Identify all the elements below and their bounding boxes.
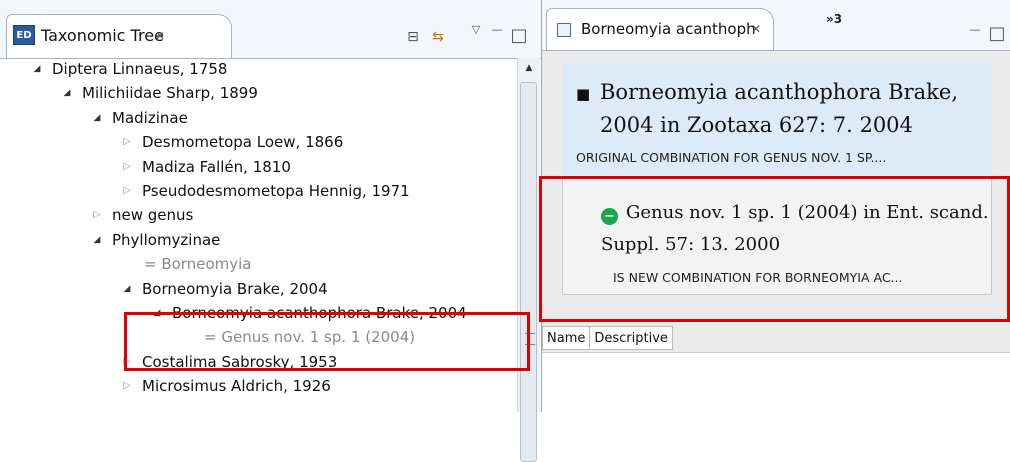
editor-logo-icon: ED (13, 25, 35, 45)
expanded-triangle-icon[interactable]: ◢ (60, 82, 74, 104)
tree-synonym-item[interactable]: = Genus nov. 1 sp. 1 (2004) (182, 326, 415, 348)
tree-item-label: new genus (112, 206, 194, 225)
tab-label: Borneomyia acanthoph (581, 20, 756, 38)
tree-taxon-item[interactable]: ▷ Pseudodesmometopa Hennig, 1971 (120, 180, 410, 202)
scroll-up-icon[interactable]: ▲ (518, 58, 540, 78)
maximize-icon[interactable]: □ (510, 25, 528, 46)
link-with-editor-icon[interactable]: ⇆ (428, 28, 448, 46)
tree-item-label: Madizinae (112, 108, 188, 127)
tree-taxon-item[interactable]: ▷ Costalima Sabrosky, 1953 (120, 351, 337, 373)
tab-borneomyia-acanthophora[interactable]: Borneomyia acanthoph ✕ (546, 8, 774, 50)
scrollbar-grip (525, 333, 535, 345)
synonym-caption: IS NEW COMBINATION FOR BORNEOMYIA AC... (613, 270, 903, 285)
tree-item-label: Pseudodesmometopa Hennig, 1971 (142, 182, 410, 200)
tree-synonym-item[interactable]: = Borneomyia (122, 253, 251, 275)
maximize-icon[interactable]: □ (988, 23, 1006, 44)
tree-taxon-item[interactable]: ◢ Milichiidae Sharp, 1899 (60, 82, 258, 104)
expanded-triangle-icon[interactable]: ◢ (90, 107, 104, 129)
accepted-name-bullet-icon: ■ (576, 85, 591, 103)
collapse-all-icon[interactable]: ⊟ (404, 28, 422, 46)
tree-item-label: Desmometopa Loew, 1866 (142, 133, 344, 152)
collapsed-triangle-icon[interactable]: ▷ (120, 131, 134, 153)
tree-taxon-item[interactable]: ◢ Phyllomyzinae (90, 229, 221, 251)
tree-item-label: = Genus nov. 1 sp. 1 (2004) (204, 328, 416, 347)
editor-tab-bar: Borneomyia acanthoph ✕ »3 — □ (542, 0, 1010, 51)
tree-taxon-item[interactable]: ▷ Desmometopa Loew, 1866 (120, 131, 343, 153)
tab-descriptive[interactable]: Descriptive (590, 326, 673, 350)
accepted-name-caption: ORIGINAL COMBINATION FOR GENUS NOV. 1 SP… (576, 150, 887, 165)
taxon-tree: ◢ Diptera Linnaeus, 1758 ◢ Milichiidae Shar… (10, 58, 515, 412)
view-menu-icon[interactable]: ▽ (468, 22, 484, 36)
tab-overflow-indicator[interactable]: »3 (826, 12, 842, 26)
synonym-line-1[interactable]: Genus nov. 1 sp. 1 (2004) in Ent. scand. (626, 202, 989, 223)
tab-taxonomic-tree[interactable]: ED Taxonomic Tree ✕ (6, 14, 232, 58)
synonym-line-2[interactable]: Suppl. 57: 13. 2000 (601, 234, 780, 255)
minimize-icon[interactable]: — (968, 22, 982, 36)
tree-taxon-item[interactable]: ◢ Borneomyia acanthophora Brake, 2004 (150, 302, 467, 324)
expanded-triangle-icon[interactable]: ◢ (30, 58, 44, 80)
tree-item-label: Diptera Linnaeus, 1758 (52, 60, 228, 78)
close-icon[interactable]: ✕ (751, 22, 761, 36)
tree-item-label: Madiza Fallén, 1810 (142, 157, 291, 176)
name-editor-view: Borneomyia acanthoph ✕ »3 — □ ■ Borneomy… (542, 0, 1010, 413)
tree-item-label: Costalima Sabrosky, 1953 (142, 352, 338, 371)
tree-scrollbar[interactable]: ▲ (517, 58, 540, 462)
collapsed-triangle-icon[interactable]: ▷ (120, 375, 134, 397)
tab-name[interactable]: Name (542, 326, 591, 350)
expanded-triangle-icon[interactable]: ◢ (150, 302, 164, 324)
tree-taxon-item[interactable]: ◢ Borneomyia Brake, 2004 (120, 278, 328, 300)
tree-taxon-item[interactable]: ◢ Madizinae (90, 107, 188, 129)
expanded-triangle-icon[interactable]: ◢ (120, 278, 134, 300)
homotypic-synonym-container[interactable]: − Genus nov. 1 sp. 1 (2004) in Ent. scan… (562, 177, 992, 295)
taxonomic-tree-view: ED Taxonomic Tree ✕ ⊟ ⇆ ▽ — □ ◢ Diptera L… (0, 0, 542, 462)
view-tab-bar: ED Taxonomic Tree ✕ ⊟ ⇆ ▽ — □ (0, 0, 541, 59)
tree-taxon-item[interactable]: ▷ new genus (90, 204, 193, 226)
tree-item-label: = Borneomyia (144, 255, 252, 274)
collapsed-triangle-icon[interactable]: ▷ (120, 156, 134, 178)
tree-item-label: Milichiidae Sharp, 1899 (82, 84, 258, 103)
expanded-triangle-icon[interactable]: ◢ (90, 229, 104, 251)
editor-page-tabs: Name Descriptive (542, 326, 1010, 352)
accepted-name-line-2[interactable]: 2004 in Zootaxa 627: 7. 2004 (600, 113, 913, 137)
tree-item-label: Borneomyia acanthophora Brake, 2004 (172, 304, 467, 322)
tree-taxon-item[interactable]: ◢ Diptera Linnaeus, 1758 (30, 58, 228, 80)
collapsed-triangle-icon[interactable]: ▷ (120, 351, 134, 373)
tree-item-label: Phyllomyzinae (112, 230, 221, 249)
tab-label: Taxonomic Tree (41, 26, 164, 45)
editor-page-content (542, 352, 1010, 413)
tree-taxon-item[interactable]: ▷ Microsimus Aldrich, 1926 (120, 375, 331, 397)
collapsed-triangle-icon[interactable]: ▷ (90, 204, 104, 226)
collapsed-triangle-icon[interactable]: ▷ (120, 180, 134, 202)
accepted-name-line-1[interactable]: Borneomyia acanthophora Brake, (600, 80, 958, 104)
homotypic-synonym-icon: − (601, 208, 618, 225)
editor-body: ■ Borneomyia acanthophora Brake, 2004 in… (542, 51, 1010, 413)
tree-item-label: Borneomyia Brake, 2004 (142, 279, 328, 298)
tree-taxon-item[interactable]: ▷ Madiza Fallén, 1810 (120, 156, 291, 178)
accepted-name-container[interactable]: ■ Borneomyia acanthophora Brake, 2004 in… (562, 63, 992, 175)
document-icon (557, 23, 571, 37)
minimize-icon[interactable]: — (490, 22, 504, 36)
close-icon[interactable]: ✕ (155, 29, 165, 43)
scrollbar-thumb[interactable] (520, 82, 537, 462)
tree-item-label: Microsimus Aldrich, 1926 (142, 377, 331, 396)
